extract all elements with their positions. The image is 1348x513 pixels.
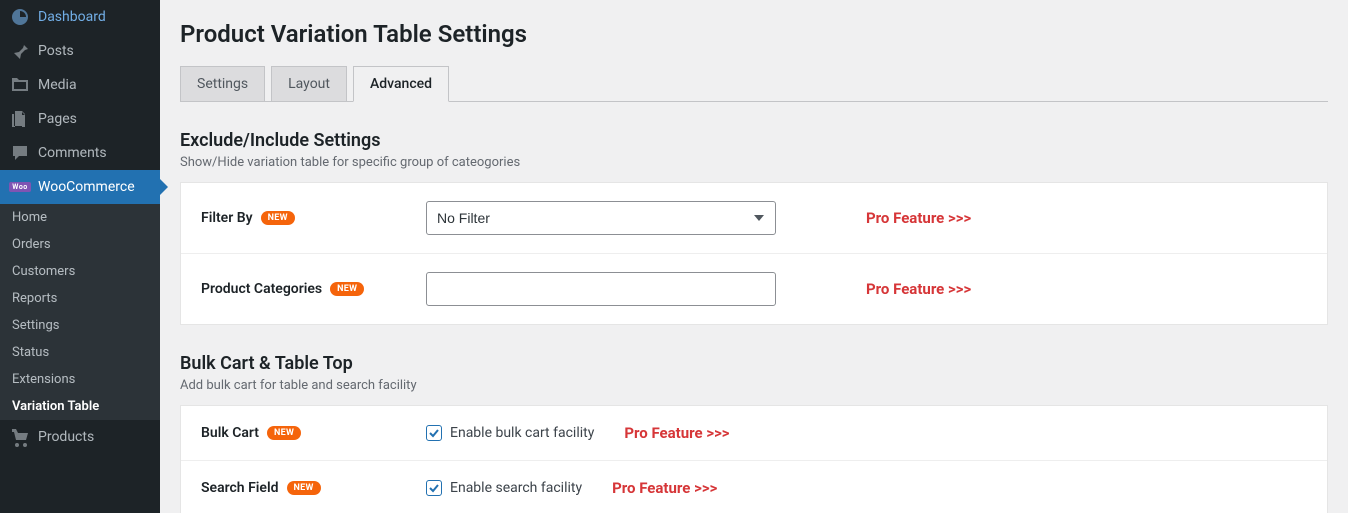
tab-settings[interactable]: Settings: [180, 66, 265, 101]
form-label-filter-by: Filter By NEW: [201, 210, 426, 226]
tabs-nav: Settings Layout Advanced: [180, 66, 1328, 102]
sidebar-subitem-status[interactable]: Status: [0, 339, 160, 366]
sidebar-label: Products: [38, 429, 94, 445]
search-field-checkbox-wrap: Enable search facility: [426, 480, 582, 496]
sidebar-item-pages[interactable]: Pages: [0, 102, 160, 136]
form-label-search-field: Search Field NEW: [201, 480, 426, 496]
section-desc: Show/Hide variation table for specific g…: [180, 155, 1328, 170]
filter-by-select-wrap: No Filter: [426, 201, 776, 235]
new-badge: NEW: [267, 426, 301, 440]
sidebar-subitem-reports[interactable]: Reports: [0, 285, 160, 312]
section-title-bulk-cart: Bulk Cart & Table Top: [180, 353, 1328, 374]
sidebar-label: Media: [38, 77, 77, 93]
bulk-cart-panel: Bulk Cart NEW Enable bulk cart facility …: [180, 405, 1328, 513]
sidebar-subitem-home[interactable]: Home: [0, 204, 160, 231]
sidebar-item-woocommerce[interactable]: Woo WooCommerce: [0, 170, 160, 204]
sidebar-item-media[interactable]: Media: [0, 68, 160, 102]
search-field-checkbox[interactable]: [426, 480, 442, 496]
exclude-include-panel: Filter By NEW No Filter Pro Feature >>> …: [180, 182, 1328, 325]
form-label-bulk-cart: Bulk Cart NEW: [201, 425, 426, 441]
comments-icon: [10, 143, 30, 163]
admin-sidebar: Dashboard Posts Media Pages Comments Woo…: [0, 0, 160, 513]
pro-feature-link[interactable]: Pro Feature >>>: [866, 209, 971, 227]
main-content: Product Variation Table Settings Setting…: [160, 0, 1348, 513]
pro-feature-link[interactable]: Pro Feature >>>: [866, 280, 971, 298]
pro-feature-link[interactable]: Pro Feature >>>: [612, 479, 717, 497]
sidebar-label: Dashboard: [38, 9, 106, 25]
form-row-search-field: Search Field NEW Enable search facility …: [181, 461, 1327, 513]
pin-icon: [10, 41, 30, 61]
search-field-label: Enable search facility: [450, 480, 582, 496]
products-icon: [10, 427, 30, 447]
bulk-cart-checkbox-wrap: Enable bulk cart facility: [426, 425, 594, 441]
sidebar-label: Posts: [38, 43, 74, 59]
form-label-product-categories: Product Categories NEW: [201, 281, 426, 297]
sidebar-item-products[interactable]: Products: [0, 420, 160, 454]
new-badge: NEW: [330, 282, 364, 296]
section-desc: Add bulk cart for table and search facil…: [180, 378, 1328, 393]
bulk-cart-checkbox[interactable]: [426, 425, 442, 441]
sidebar-subitem-variation-table[interactable]: Variation Table: [0, 393, 160, 420]
form-row-filter-by: Filter By NEW No Filter Pro Feature >>>: [181, 183, 1327, 254]
dashboard-icon: [10, 7, 30, 27]
tab-layout[interactable]: Layout: [271, 66, 347, 101]
new-badge: NEW: [287, 481, 321, 495]
media-icon: [10, 75, 30, 95]
tab-advanced[interactable]: Advanced: [353, 66, 449, 102]
sidebar-subitem-settings[interactable]: Settings: [0, 312, 160, 339]
filter-by-select[interactable]: No Filter: [426, 201, 776, 235]
sidebar-label: Comments: [38, 145, 107, 161]
section-title-exclude-include: Exclude/Include Settings: [180, 130, 1328, 151]
pages-icon: [10, 109, 30, 129]
bulk-cart-label: Enable bulk cart facility: [450, 425, 594, 441]
form-row-product-categories: Product Categories NEW Pro Feature >>>: [181, 254, 1327, 324]
product-categories-input[interactable]: [426, 272, 776, 306]
sidebar-item-dashboard[interactable]: Dashboard: [0, 0, 160, 34]
sidebar-label: WooCommerce: [38, 179, 135, 195]
sidebar-subitem-extensions[interactable]: Extensions: [0, 366, 160, 393]
page-title: Product Variation Table Settings: [180, 20, 1328, 48]
sidebar-item-posts[interactable]: Posts: [0, 34, 160, 68]
pro-feature-link[interactable]: Pro Feature >>>: [624, 424, 729, 442]
woocommerce-icon: Woo: [10, 177, 30, 197]
sidebar-item-comments[interactable]: Comments: [0, 136, 160, 170]
sidebar-label: Pages: [38, 111, 77, 127]
new-badge: NEW: [261, 211, 295, 225]
sidebar-subitem-customers[interactable]: Customers: [0, 258, 160, 285]
sidebar-subitem-orders[interactable]: Orders: [0, 231, 160, 258]
form-row-bulk-cart: Bulk Cart NEW Enable bulk cart facility …: [181, 406, 1327, 461]
